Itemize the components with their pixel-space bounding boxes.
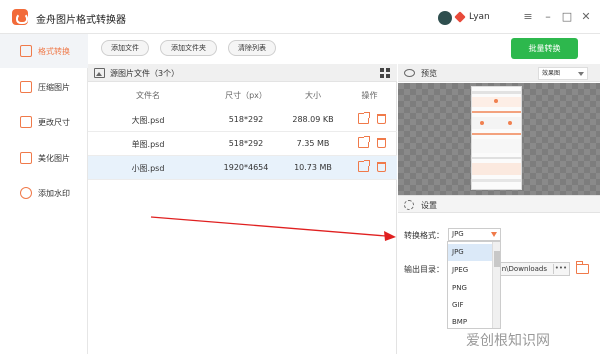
- sidebar-item-beautify[interactable]: 美化图片: [0, 141, 88, 175]
- watermark-icon: [20, 187, 32, 199]
- scrollbar-thumb[interactable]: [494, 251, 500, 267]
- eye-icon: [404, 69, 415, 77]
- column-header-size: 大小: [305, 91, 321, 100]
- folder-icon[interactable]: [576, 261, 589, 274]
- open-external-icon[interactable]: [358, 160, 370, 172]
- browse-more-button[interactable]: •••: [553, 264, 568, 274]
- clear-list-button[interactable]: 清除列表: [228, 40, 276, 56]
- open-external-icon[interactable]: [358, 136, 370, 148]
- preview-canvas: [398, 83, 600, 195]
- sidebar-item-label: 压缩图片: [38, 83, 70, 92]
- file-dimensions: 518*292: [228, 115, 264, 124]
- preview-title: 预览: [421, 69, 437, 78]
- effect-select-value: 效果图: [542, 70, 561, 77]
- sidebar-item-compress[interactable]: 压缩图片: [0, 70, 88, 104]
- table-row[interactable]: 大图.psd 518*292 288.09 KB: [88, 108, 397, 132]
- delete-icon[interactable]: [377, 114, 386, 124]
- close-button[interactable]: ✕: [579, 10, 593, 24]
- user-name[interactable]: Lyan: [469, 12, 490, 22]
- preview-header: 预览 效果图: [398, 64, 600, 82]
- file-list-panel: 源图片文件（3个） 文件名 尺寸（px） 大小 操作 大图.psd 518*29…: [88, 64, 397, 354]
- delete-icon[interactable]: [377, 162, 386, 172]
- column-header-dimensions: 尺寸（px）: [225, 91, 267, 100]
- settings-header: 设置: [398, 195, 600, 213]
- sidebar-item-label: 添加水印: [38, 189, 70, 198]
- batch-convert-button[interactable]: 批量转换: [511, 38, 578, 59]
- dropdown-option-bmp[interactable]: BMP: [448, 314, 493, 328]
- image-icon: [94, 68, 105, 78]
- add-file-button[interactable]: 添加文件: [101, 40, 149, 56]
- sidebar-item-label: 更改尺寸: [38, 118, 70, 127]
- dropdown-option-gif[interactable]: GIF: [448, 297, 493, 314]
- column-header-filename: 文件名: [136, 91, 160, 100]
- settings-title: 设置: [421, 201, 437, 210]
- preview-thumbnail: [471, 86, 522, 190]
- effect-select[interactable]: 效果图: [538, 67, 588, 80]
- file-list-header: 源图片文件（3个）: [88, 64, 397, 82]
- beautify-icon: [20, 152, 32, 164]
- file-name: 单图.psd: [131, 140, 165, 149]
- table-row[interactable]: 小图.psd 1920*4654 10.73 MB: [88, 156, 397, 180]
- format-label: 转换格式：: [404, 231, 444, 240]
- file-dimensions: 518*292: [228, 139, 264, 148]
- open-external-icon[interactable]: [358, 112, 370, 124]
- chevron-down-icon: [491, 232, 497, 237]
- format-select-value: JPG: [452, 230, 464, 238]
- resize-icon: [20, 116, 32, 128]
- compress-icon: [20, 81, 32, 93]
- sidebar-item-watermark[interactable]: 添加水印: [0, 176, 88, 210]
- file-dimensions: 1920*4654: [223, 163, 269, 172]
- vip-icon: [454, 11, 466, 23]
- avatar[interactable]: [438, 11, 452, 25]
- column-header-actions: 操作: [361, 91, 378, 100]
- minimize-button[interactable]: –: [541, 10, 555, 24]
- dropdown-scrollbar[interactable]: [492, 242, 500, 328]
- convert-icon: [20, 45, 32, 57]
- add-folder-button[interactable]: 添加文件夹: [160, 40, 217, 56]
- grid-view-icon[interactable]: [380, 68, 390, 78]
- dropdown-option-jpg[interactable]: JPG: [448, 244, 493, 261]
- format-dropdown[interactable]: JPG JPEG PNG GIF BMP: [447, 241, 501, 329]
- menu-icon[interactable]: ≡: [521, 10, 535, 24]
- app-logo-icon: [12, 9, 28, 25]
- chevron-down-icon: [578, 72, 584, 76]
- sidebar-item-label: 美化图片: [38, 154, 70, 163]
- sidebar-item-label: 格式转换: [38, 47, 70, 56]
- output-dir-label: 输出目录：: [404, 265, 444, 274]
- file-size: 10.73 MB: [294, 163, 332, 172]
- file-name: 小图.psd: [131, 164, 165, 173]
- maximize-button[interactable]: □: [560, 10, 574, 24]
- file-name: 大图.psd: [131, 116, 165, 125]
- file-list-title: 源图片文件（3个）: [110, 69, 180, 78]
- dropdown-option-png[interactable]: PNG: [448, 280, 493, 297]
- gear-icon: [404, 200, 414, 210]
- watermark-text: 爱创根知识网: [466, 333, 550, 349]
- file-size: 7.35 MB: [296, 139, 330, 148]
- sidebar-item-resize[interactable]: 更改尺寸: [0, 105, 88, 139]
- sidebar-item-format-convert[interactable]: 格式转换: [0, 34, 88, 68]
- sidebar: 格式转换 压缩图片 更改尺寸 美化图片 添加水印: [0, 34, 88, 354]
- delete-icon[interactable]: [377, 138, 386, 148]
- format-select[interactable]: JPG: [448, 228, 501, 241]
- app-title: 金舟图片格式转换器: [36, 15, 126, 26]
- dropdown-option-jpeg[interactable]: JPEG: [448, 262, 493, 279]
- title-bar: 金舟图片格式转换器 Lyan ≡ – □ ✕: [0, 0, 600, 34]
- file-size: 288.09 KB: [292, 115, 334, 124]
- table-row[interactable]: 单图.psd 518*292 7.35 MB: [88, 132, 397, 156]
